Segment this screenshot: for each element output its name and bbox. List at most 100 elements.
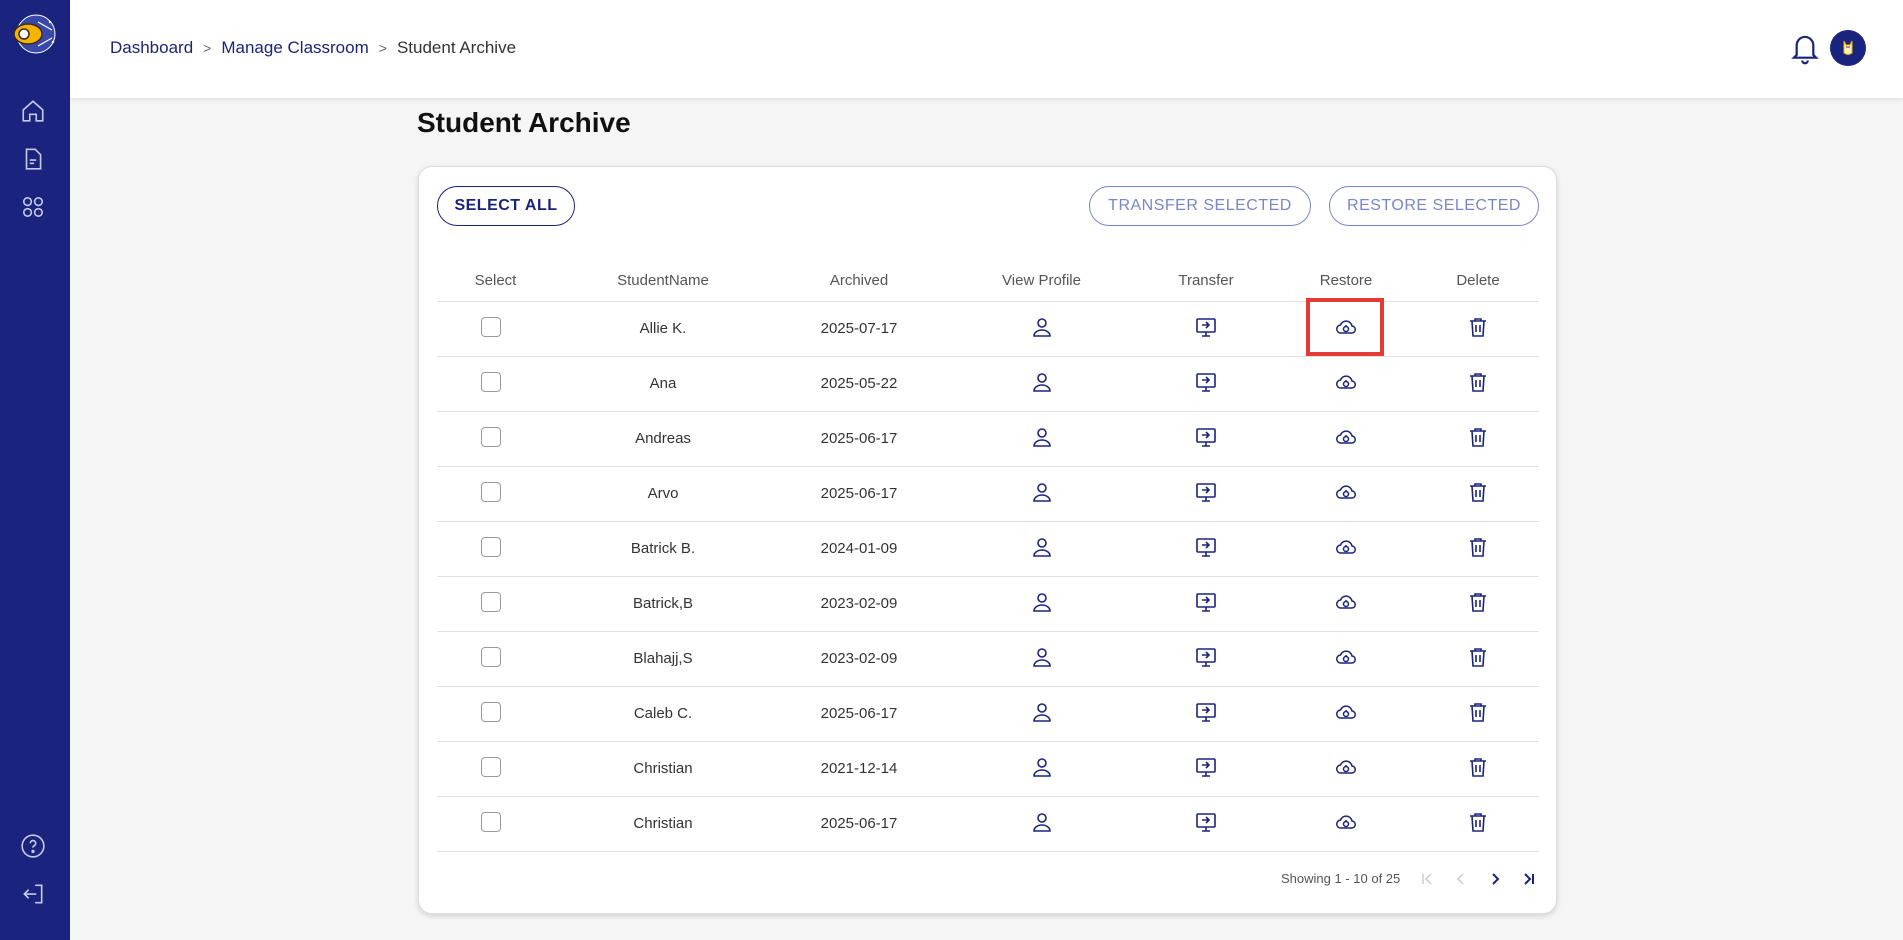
row-checkbox[interactable]: [480, 591, 501, 612]
transfer-icon[interactable]: [1193, 589, 1219, 615]
row-checkbox[interactable]: [480, 316, 501, 337]
table-row: Ana 2025-05-22: [437, 355, 1539, 411]
row-checkbox[interactable]: [480, 536, 501, 557]
restore-cell: [1275, 630, 1417, 686]
restore-cloud-icon[interactable]: [1333, 644, 1359, 670]
archived-date: 2021-12-14: [772, 740, 946, 796]
breadcrumb: Dashboard > Manage Classroom > Student A…: [110, 38, 516, 58]
restore-cloud-icon[interactable]: [1333, 369, 1359, 395]
help-icon[interactable]: [20, 833, 46, 859]
view-profile-icon[interactable]: [1029, 589, 1055, 615]
breadcrumb-manage-classroom-link[interactable]: Manage Classroom: [221, 38, 368, 58]
previous-page-icon[interactable]: [1454, 872, 1468, 886]
transfer-icon[interactable]: [1193, 644, 1219, 670]
transfer-icon[interactable]: [1193, 754, 1219, 780]
table-row: Batrick B. 2024-01-09: [437, 520, 1539, 576]
view-profile-icon[interactable]: [1029, 534, 1055, 560]
restore-cloud-icon[interactable]: [1333, 809, 1359, 835]
delete-cell: [1417, 410, 1539, 466]
restore-cloud-icon[interactable]: [1333, 534, 1359, 560]
row-select-cell: [437, 300, 554, 356]
restore-cloud-icon[interactable]: [1333, 314, 1359, 340]
table-row: Arvo 2025-06-17: [437, 465, 1539, 521]
home-icon[interactable]: [20, 98, 46, 124]
first-page-icon[interactable]: [1420, 872, 1434, 886]
transfer-icon[interactable]: [1193, 534, 1219, 560]
notification-bell-icon[interactable]: [1788, 30, 1822, 66]
row-checkbox[interactable]: [480, 811, 501, 832]
delete-trash-icon[interactable]: [1465, 369, 1491, 395]
restore-cloud-icon[interactable]: [1333, 589, 1359, 615]
delete-trash-icon[interactable]: [1465, 644, 1491, 670]
transfer-icon[interactable]: [1193, 479, 1219, 505]
view-profile-icon[interactable]: [1029, 369, 1055, 395]
table-header-row: Select StudentName Archived View Profile…: [437, 261, 1539, 301]
row-select-cell: [437, 795, 554, 852]
row-checkbox[interactable]: [480, 426, 501, 447]
row-select-cell: [437, 685, 554, 741]
transfer-icon[interactable]: [1193, 424, 1219, 450]
view-profile-cell: [946, 685, 1137, 741]
transfer-icon[interactable]: [1193, 699, 1219, 725]
row-checkbox[interactable]: [480, 701, 501, 722]
delete-trash-icon[interactable]: [1465, 809, 1491, 835]
delete-cell: [1417, 300, 1539, 356]
row-checkbox[interactable]: [480, 371, 501, 392]
delete-trash-icon[interactable]: [1465, 754, 1491, 780]
restore-cloud-icon[interactable]: [1333, 424, 1359, 450]
apps-grid-icon[interactable]: [20, 194, 46, 220]
view-profile-icon[interactable]: [1029, 314, 1055, 340]
student-name: Batrick,B: [554, 575, 772, 631]
transfer-icon[interactable]: [1193, 369, 1219, 395]
breadcrumb-dashboard-link[interactable]: Dashboard: [110, 38, 193, 58]
restore-selected-button[interactable]: RESTORE SELECTED: [1329, 186, 1539, 226]
transfer-icon[interactable]: [1193, 314, 1219, 340]
restore-cloud-icon[interactable]: [1333, 479, 1359, 505]
student-name: Arvo: [554, 465, 772, 521]
view-profile-cell: [946, 300, 1137, 356]
view-profile-icon[interactable]: [1029, 699, 1055, 725]
header-view-profile: View Profile: [1002, 272, 1081, 290]
breadcrumb-separator: >: [203, 40, 212, 56]
table-row: Batrick,B 2023-02-09: [437, 575, 1539, 631]
last-page-icon[interactable]: [1522, 872, 1536, 886]
delete-trash-icon[interactable]: [1465, 479, 1491, 505]
view-profile-icon[interactable]: [1029, 754, 1055, 780]
view-profile-icon[interactable]: [1029, 424, 1055, 450]
app-logo[interactable]: [8, 12, 60, 56]
delete-cell: [1417, 630, 1539, 686]
top-bar: Dashboard > Manage Classroom > Student A…: [70, 0, 1903, 98]
view-profile-icon[interactable]: [1029, 479, 1055, 505]
row-checkbox[interactable]: [480, 756, 501, 777]
transfer-icon[interactable]: [1193, 809, 1219, 835]
delete-cell: [1417, 740, 1539, 796]
view-profile-icon[interactable]: [1029, 644, 1055, 670]
logout-icon[interactable]: [20, 881, 46, 907]
document-icon[interactable]: [20, 146, 46, 172]
select-all-button[interactable]: SELECT ALL: [437, 186, 575, 226]
user-avatar[interactable]: [1830, 30, 1866, 66]
delete-trash-icon[interactable]: [1465, 424, 1491, 450]
breadcrumb-current: Student Archive: [396, 38, 517, 57]
archived-date: 2023-02-09: [772, 630, 946, 686]
view-profile-cell: [946, 465, 1137, 521]
row-checkbox[interactable]: [480, 481, 501, 502]
delete-trash-icon[interactable]: [1465, 534, 1491, 560]
view-profile-cell: [946, 575, 1137, 631]
delete-trash-icon[interactable]: [1465, 589, 1491, 615]
delete-trash-icon[interactable]: [1465, 314, 1491, 340]
next-page-icon[interactable]: [1488, 872, 1502, 886]
delete-cell: [1417, 685, 1539, 741]
view-profile-icon[interactable]: [1029, 809, 1055, 835]
row-select-cell: [437, 520, 554, 576]
restore-cloud-icon[interactable]: [1333, 699, 1359, 725]
row-select-cell: [437, 465, 554, 521]
view-profile-cell: [946, 630, 1137, 686]
delete-trash-icon[interactable]: [1465, 699, 1491, 725]
transfer-cell: [1137, 795, 1275, 852]
transfer-selected-button[interactable]: TRANSFER SELECTED: [1089, 186, 1311, 226]
row-select-cell: [437, 740, 554, 796]
view-profile-cell: [946, 795, 1137, 852]
restore-cloud-icon[interactable]: [1333, 754, 1359, 780]
row-checkbox[interactable]: [480, 646, 501, 667]
